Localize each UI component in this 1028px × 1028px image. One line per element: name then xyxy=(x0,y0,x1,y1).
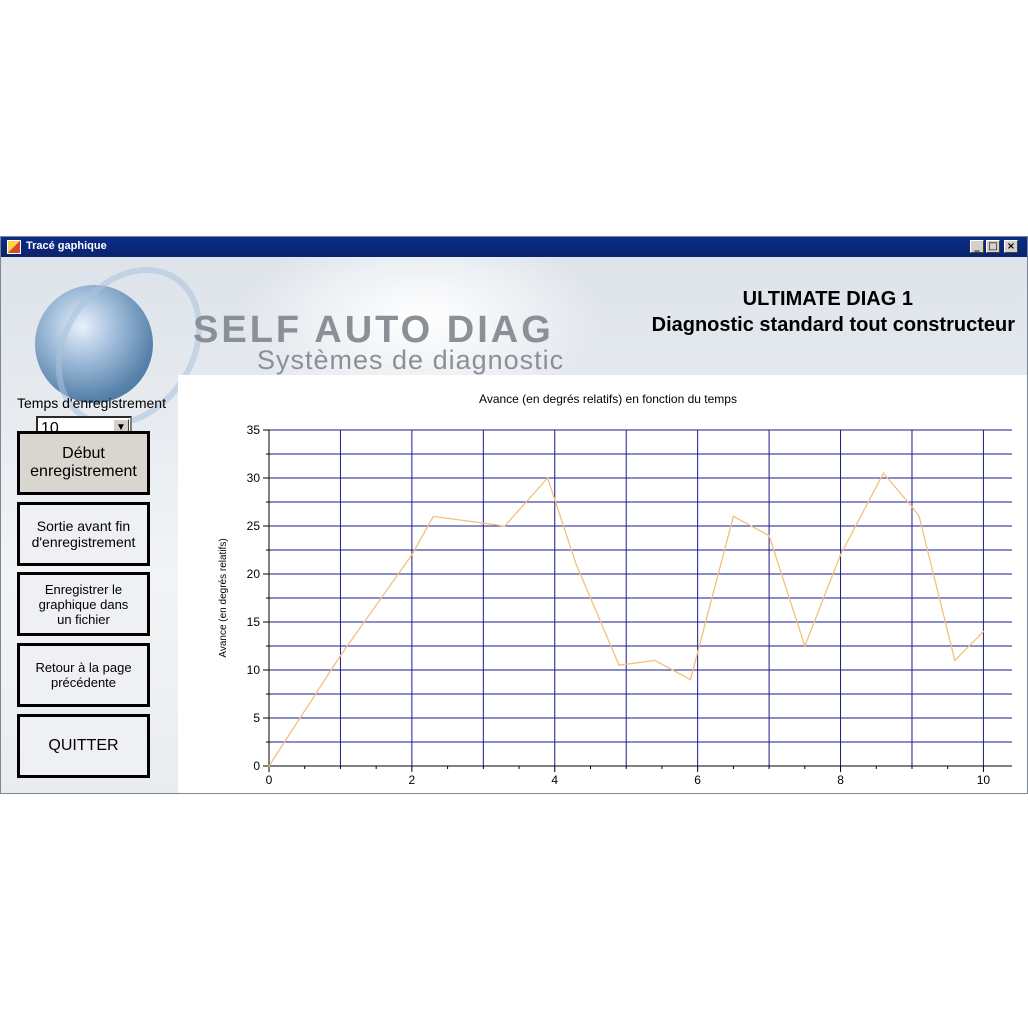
data-point xyxy=(768,534,770,537)
chart-title: Avance (en degrés relatifs) en fonction … xyxy=(479,392,737,406)
x-tick-label: 8 xyxy=(837,773,844,787)
start-recording-button[interactable]: Début enregistrement xyxy=(17,431,150,495)
x-tick-label: 2 xyxy=(409,773,416,787)
close-button[interactable]: × xyxy=(1004,240,1018,253)
x-tick-label: 10 xyxy=(977,773,991,787)
x-tick-label: 0 xyxy=(266,773,273,787)
previous-page-button[interactable]: Retour à la page précédente xyxy=(17,643,150,707)
data-point xyxy=(954,659,956,662)
y-tick-label: 30 xyxy=(247,471,261,485)
data-point xyxy=(839,554,842,556)
brand-subtitle: Systèmes de diagnostic xyxy=(257,345,565,375)
y-tick-label: 0 xyxy=(253,759,260,773)
data-point xyxy=(804,645,806,647)
maximize-button[interactable]: □ xyxy=(986,240,1000,253)
data-point xyxy=(546,477,549,479)
app-description: Diagnostic standard tout constructeur xyxy=(651,314,1015,336)
data-point xyxy=(411,554,413,556)
x-tick-label: 4 xyxy=(551,773,558,787)
exit-before-end-button[interactable]: Sortie avant fin d'enregistrement xyxy=(17,502,150,566)
app-icon xyxy=(7,240,21,254)
quit-button[interactable]: QUITTER xyxy=(17,714,150,778)
y-tick-label: 10 xyxy=(247,663,261,677)
recording-time-label: Temps d'enregistrement xyxy=(17,395,166,411)
data-point xyxy=(575,563,578,566)
app-window: Tracé gaphique _ □ × SELF AUTO DIAG Syst… xyxy=(0,236,1028,794)
x-tick-label: 6 xyxy=(694,773,701,787)
data-point xyxy=(918,515,920,518)
data-point xyxy=(432,515,435,518)
data-point xyxy=(689,678,692,681)
data-point xyxy=(911,506,913,508)
data-point xyxy=(653,659,656,662)
y-tick-label: 15 xyxy=(247,615,261,629)
data-point xyxy=(732,515,735,518)
data-point xyxy=(618,664,620,666)
line-chart: 0 5 10 15 20 25 30 35 0 2 4 6 8 10 Avance (en degrés r… xyxy=(218,392,1012,787)
y-tick-label: 25 xyxy=(247,519,261,533)
title-bar[interactable]: Tracé gaphique _ □ × xyxy=(1,237,1027,257)
data-point xyxy=(982,630,985,633)
y-axis-label: Avance (en degrés relatifs) xyxy=(218,538,229,657)
minimize-button[interactable]: _ xyxy=(970,240,984,253)
window-title: Tracé gaphique xyxy=(26,240,107,252)
data-point xyxy=(882,472,885,474)
window-client-area: SELF AUTO DIAG Systèmes de diagnostic UL… xyxy=(1,238,1027,793)
app-name: ULTIMATE DIAG 1 xyxy=(742,288,913,310)
save-graph-button[interactable]: Enregistrer le graphique dans un fichier xyxy=(17,572,150,636)
y-tick-label: 5 xyxy=(253,711,260,725)
data-point xyxy=(503,525,506,527)
y-tick-label: 35 xyxy=(247,423,261,437)
chart-panel: 0 5 10 15 20 25 30 35 0 2 4 6 8 10 Avance (en degrés r… xyxy=(178,375,1027,793)
y-tick-label: 20 xyxy=(247,567,261,581)
data-point xyxy=(268,765,270,767)
data-point xyxy=(339,654,342,657)
